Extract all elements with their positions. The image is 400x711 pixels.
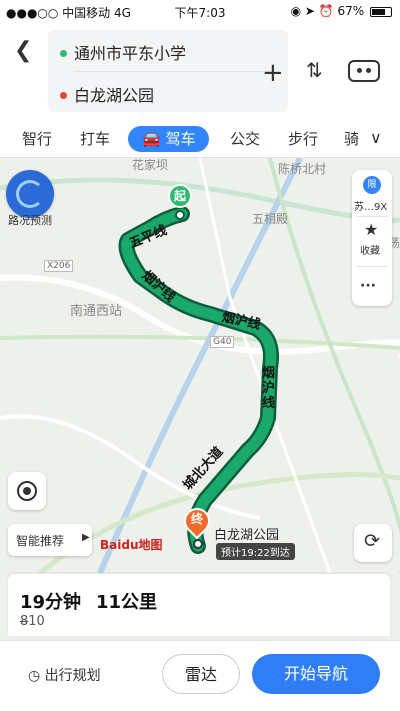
place-label: 五相殿	[252, 212, 289, 226]
place-label: 陈桥北村	[278, 162, 327, 176]
traffic-forecast-button[interactable]	[6, 170, 54, 218]
start-point	[175, 210, 185, 220]
route-summary[interactable]: 19分钟 11公里 810	[8, 574, 390, 636]
favorite-button[interactable]: 收藏	[360, 242, 380, 257]
refresh-icon: ⟳	[364, 530, 380, 552]
tab-walk[interactable]: 步行	[288, 126, 318, 152]
tab-taxi[interactable]: 打车	[80, 126, 110, 152]
action-bar: ◷ 出行规划 雷达 开始导航	[0, 640, 400, 711]
plate-limit-icon: 限	[363, 176, 381, 194]
duration: 19分钟	[20, 592, 82, 613]
smart-recommend-button[interactable]: 智能推荐 ▶	[8, 524, 92, 556]
road-label: 烟沪线	[262, 366, 276, 411]
map-side-panel: 限 苏…9X ★ 收藏 ···	[352, 170, 392, 306]
plate-limit-button[interactable]: 苏…9X	[354, 198, 387, 213]
car-icon: 🚘	[142, 130, 166, 148]
start-navigation-button[interactable]: 开始导航	[252, 654, 380, 694]
battery-icon	[370, 6, 392, 17]
location-icon: ◉ ➤ ⏰	[290, 4, 338, 18]
destination-dot-icon	[60, 92, 67, 99]
traffic-forecast-label: 路况预测	[8, 214, 52, 227]
clock-icon: ◷	[28, 668, 45, 684]
place-label: 花家坝	[132, 158, 169, 172]
refresh-button[interactable]: ⟳	[354, 524, 392, 562]
destination-label: 白龙湖公园	[214, 528, 280, 543]
plan-button[interactable]: ◷ 出行规划	[28, 665, 101, 685]
gauge-icon	[16, 180, 44, 208]
road-number: X206	[44, 260, 74, 272]
start-marker[interactable]: 起	[168, 184, 192, 208]
swap-icon[interactable]: ⇅	[306, 58, 323, 82]
travel-mode-tabs: 智行 打车 🚘 驾车 公交 步行 骑 ∨	[0, 120, 400, 158]
place-label: 南通西站	[70, 304, 123, 319]
end-point	[193, 539, 203, 549]
baidu-logo: Baidu地图	[100, 538, 163, 552]
back-icon[interactable]: ❮	[14, 38, 32, 63]
voice-icon[interactable]	[348, 60, 380, 82]
more-button[interactable]: ···	[360, 278, 376, 294]
add-waypoint-icon[interactable]: +	[262, 58, 284, 88]
tab-drive[interactable]: 🚘 驾车	[128, 126, 210, 152]
origin-field[interactable]: 通州市平东小学	[74, 40, 186, 64]
eta-badge: 预计19:22到达	[216, 543, 295, 560]
star-icon: ★	[364, 220, 379, 239]
road-number: G40	[210, 336, 235, 348]
divider	[74, 71, 274, 72]
play-icon: ▶	[82, 532, 90, 543]
battery-level: ◉ ➤ ⏰ 67%	[291, 4, 392, 18]
distance: 11公里	[96, 592, 158, 613]
route-header: ❮ 通州市平东小学 白龙湖公园 + ⇅	[0, 22, 400, 120]
tab-bike[interactable]: 骑	[344, 126, 359, 152]
tab-smart[interactable]: 智行	[22, 126, 52, 152]
origin-dot-icon	[60, 50, 67, 57]
end-marker[interactable]: 终	[184, 510, 210, 527]
radar-button[interactable]: 雷达	[162, 654, 240, 694]
tab-transit[interactable]: 公交	[230, 126, 260, 152]
chevron-down-icon[interactable]: ∨	[370, 128, 382, 147]
toll-info: 810	[20, 614, 45, 629]
status-bar: ●●●○○ 中国移动 4G 下午7:03 ◉ ➤ ⏰ 67%	[0, 0, 400, 22]
destination-field[interactable]: 白龙湖公园	[74, 82, 154, 106]
map-view[interactable]: 花家坝 陈桥北村 五相殿 南通西站 X206 G40 荡 五平线 烟沪线 烟沪线…	[0, 158, 400, 573]
locate-button[interactable]	[8, 472, 46, 510]
route-inputs: 通州市平东小学 白龙湖公园	[48, 30, 288, 112]
